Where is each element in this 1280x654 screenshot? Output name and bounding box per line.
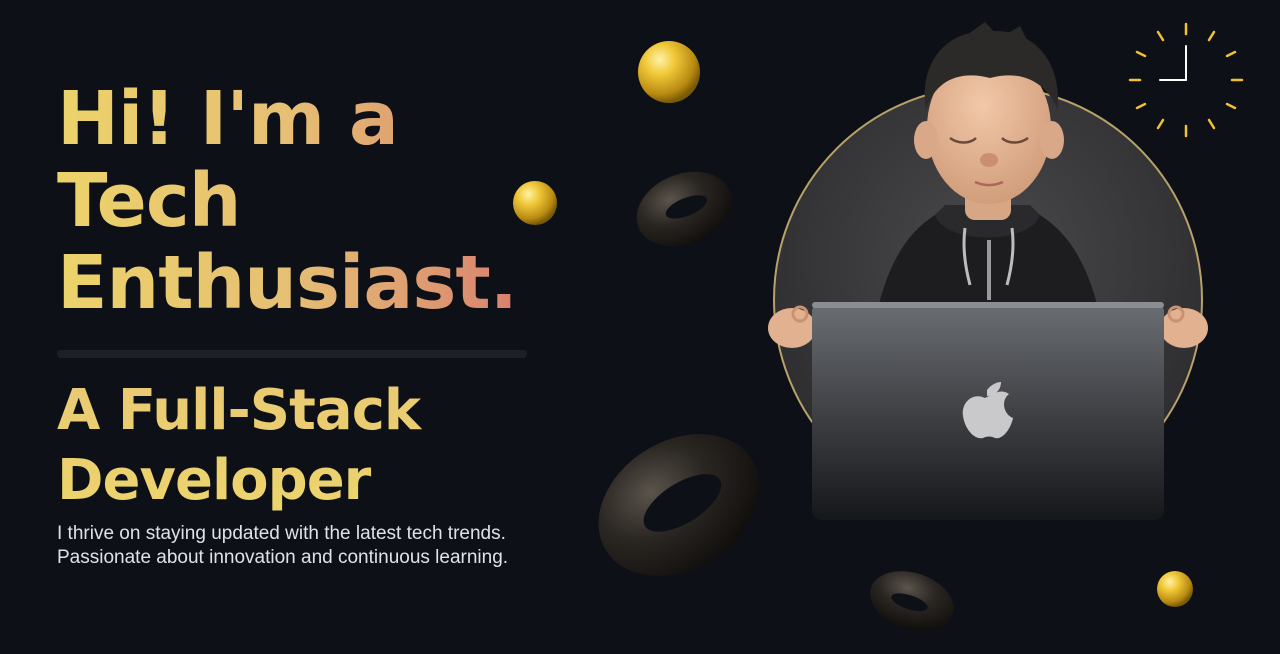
description-line-1: I thrive on staying updated with the lat… — [57, 523, 506, 544]
subhead-line-1: A Full-Stack — [57, 378, 421, 443]
hero-section: Hi! I'm a Tech Enthusiast. A Full-Stack … — [0, 0, 1280, 654]
intro-text: Hi! I'm a Tech Enthusiast. A Full-Stack … — [57, 78, 617, 570]
headline-line-2: Enthusiast. — [57, 240, 517, 326]
description: I thrive on staying updated with the lat… — [57, 522, 577, 570]
gold-ball — [1157, 571, 1193, 607]
laptop — [812, 302, 1164, 520]
headline: Hi! I'm a Tech Enthusiast. — [57, 78, 577, 324]
apple-logo-icon — [962, 382, 1013, 439]
description-line-2: Passionate about innovation and continuo… — [57, 547, 509, 568]
avatar-backdrop — [773, 85, 1203, 515]
clock-icon — [1128, 22, 1244, 138]
avatar — [768, 22, 1208, 514]
subheadline: A Full-Stack Developer — [57, 376, 477, 516]
gold-ball — [638, 41, 700, 103]
torus-bottom — [870, 571, 954, 631]
headline-line-1: Hi! I'm a Tech — [57, 76, 398, 244]
divider — [57, 350, 527, 358]
torus-small — [636, 171, 732, 247]
subhead-line-2: Developer — [57, 448, 371, 513]
